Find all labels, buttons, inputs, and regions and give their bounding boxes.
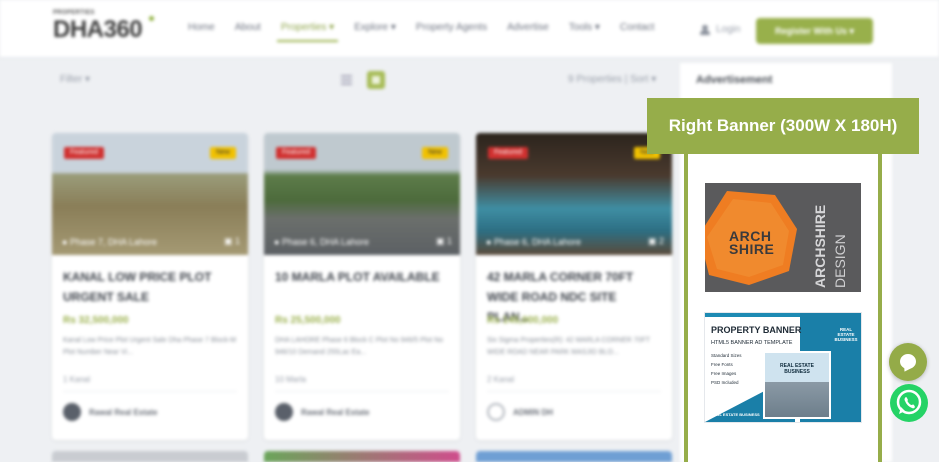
- photo-count-value: 1: [234, 236, 240, 246]
- agent-name: Rawal Real Estate: [89, 407, 158, 417]
- location-text: Phase 6, DHA Lahore: [281, 237, 369, 247]
- sidebar-header: Advertisement: [680, 63, 892, 99]
- nav-property-agents[interactable]: Property Agents: [416, 22, 487, 38]
- ad-feature: Free Fonts: [711, 362, 733, 367]
- list-view-icon[interactable]: [341, 75, 352, 85]
- sort-dropdown[interactable]: 9 Properties | Sort ▾: [568, 74, 656, 85]
- photo-count: ▣ 1: [223, 236, 240, 246]
- property-description: Six Sigma Properties(R): 42 MARLA CORNER…: [487, 337, 650, 356]
- ad-feature: Free Images: [711, 371, 737, 376]
- agent-name: Rawal Real Estate: [301, 407, 370, 417]
- property-price: Rs 32,500,000: [63, 315, 129, 326]
- chat-bubble-icon[interactable]: [889, 343, 927, 381]
- agent-avatar: [275, 403, 293, 421]
- site-logo[interactable]: PROPERTIES DHA360: [53, 10, 158, 44]
- property-banner-ad[interactable]: PROPERTY BANNER HTML5 BANNER AD TEMPLATE…: [705, 313, 861, 422]
- property-location: ● Phase 6, DHA Lahore: [486, 237, 581, 247]
- archshire-line2: SHIRE: [729, 241, 775, 257]
- nav-about[interactable]: About: [235, 22, 261, 38]
- property-price: Rs 145,000,000: [487, 315, 559, 326]
- nav-properties[interactable]: Properties ▾: [276, 22, 339, 42]
- filter-dropdown[interactable]: Filter ▾: [60, 74, 90, 85]
- sidebar-title: Advertisement: [696, 74, 773, 86]
- new-badge: New: [209, 147, 236, 159]
- main-nav: Home About Properties ▾ Explore ▾ Proper…: [188, 22, 674, 42]
- new-badge: New: [421, 147, 448, 159]
- ad-subtitle: HTML5 BANNER AD TEMPLATE: [711, 340, 793, 346]
- ad-slot-label: Right Banner (300W X 180H): [647, 98, 919, 154]
- ad-bottom-label: REAL ESTATE BUSINESS: [711, 412, 760, 417]
- ad-photo-label: REAL ESTATE BUSINESS: [780, 363, 814, 375]
- property-title[interactable]: KANAL LOW PRICE PLOT URGENT SALE: [63, 267, 238, 307]
- property-agent[interactable]: Rawal Real Estate: [63, 403, 157, 421]
- card-divider: [63, 391, 237, 392]
- property-agent[interactable]: Rawal Real Estate: [275, 403, 369, 421]
- property-location: ● Phase 6, DHA Lahore: [274, 237, 369, 247]
- agent-avatar-icon: [487, 403, 505, 421]
- whatsapp-glyph: [896, 389, 922, 415]
- property-title[interactable]: 10 MARLA PLOT AVAILABLE: [275, 267, 450, 287]
- property-card-partial[interactable]: [52, 451, 248, 462]
- page: PROPERTIES DHA360 Home About Properties …: [0, 0, 939, 462]
- property-size: 10 Marla: [275, 375, 307, 384]
- logo-text: DHA360: [53, 16, 143, 43]
- location-text: Phase 7, DHA Lahore: [69, 237, 157, 247]
- featured-badge: Featured: [64, 147, 105, 159]
- ad-title: PROPERTY BANNER: [711, 325, 802, 335]
- whatsapp-icon[interactable]: [890, 384, 928, 422]
- property-card-partial[interactable]: [264, 451, 460, 462]
- nav-advertise[interactable]: Advertise: [507, 22, 549, 38]
- property-description: Kanal Low Price Plot Urgent Sale Dha Pha…: [63, 337, 237, 356]
- login-link[interactable]: Login: [700, 24, 740, 35]
- location-text: Phase 6, DHA Lahore: [493, 237, 581, 247]
- photo-count-value: 1: [446, 236, 452, 246]
- property-size: 2 Kanal: [487, 375, 515, 384]
- logo-dot: [149, 16, 154, 21]
- photo-count-value: 2: [658, 236, 664, 246]
- featured-badge: Featured: [276, 147, 317, 159]
- archshire-wordmark: ARCH SHIRE: [729, 229, 775, 257]
- property-photo[interactable]: Featured New ● Phase 7, DHA Lahore ▣ 1: [52, 133, 248, 255]
- property-card[interactable]: Featured New ● Phase 6, DHA Lahore ▣ 1 1…: [264, 133, 460, 440]
- property-photo[interactable]: Featured New ● Phase 6, DHA Lahore ▣ 2: [476, 133, 672, 255]
- archshire-vertical-text: ARCHSHIRE DESIGN: [808, 186, 854, 290]
- ad-feature: PSD Included: [711, 380, 739, 385]
- property-card-partial[interactable]: [476, 451, 672, 462]
- user-icon: [700, 24, 710, 35]
- property-size: 1 Kanal: [63, 375, 91, 384]
- nav-explore[interactable]: Explore ▾: [354, 22, 396, 38]
- agent-avatar: [63, 403, 81, 421]
- archshire-vertical-name: ARCHSHIRE: [812, 204, 828, 288]
- grid-view-icon[interactable]: [367, 71, 385, 89]
- property-description: DHA LAHORE Phase 6 Block C Plot No 946/5…: [275, 337, 444, 356]
- property-photo[interactable]: Featured New ● Phase 6, DHA Lahore ▣ 1: [264, 133, 460, 255]
- agent-name: ADMIN DH: [513, 407, 553, 417]
- property-price: Rs 25,500,000: [275, 315, 341, 326]
- property-location: ● Phase 7, DHA Lahore: [62, 237, 157, 247]
- register-button[interactable]: Register With Us ▾: [756, 18, 873, 44]
- ad-house-photo: [763, 351, 831, 419]
- nav-home[interactable]: Home: [188, 22, 215, 38]
- site-header: PROPERTIES DHA360 Home About Properties …: [0, 0, 939, 58]
- listing-toolbar: Filter ▾ 9 Properties | Sort ▾: [0, 64, 679, 98]
- ad-side-label: REAL ESTATE BUSINESS: [834, 327, 858, 342]
- property-agent[interactable]: ADMIN DH: [487, 403, 553, 421]
- card-divider: [275, 391, 449, 392]
- nav-contact[interactable]: Contact: [620, 22, 654, 38]
- card-divider: [487, 391, 661, 392]
- photo-count: ▣ 1: [435, 236, 452, 246]
- property-card[interactable]: Featured New ● Phase 7, DHA Lahore ▣ 1 K…: [52, 133, 248, 440]
- archshire-vertical-design: DESIGN: [832, 234, 848, 288]
- photo-count: ▣ 2: [647, 236, 664, 246]
- featured-badge: Featured: [488, 147, 529, 159]
- property-card[interactable]: Featured New ● Phase 6, DHA Lahore ▣ 2 4…: [476, 133, 672, 440]
- login-label: Login: [716, 24, 741, 35]
- ad-feature-list: Standard Sizes Free Fonts Free Images PS…: [711, 351, 742, 387]
- nav-tools[interactable]: Tools ▾: [569, 22, 600, 38]
- ad-feature: Standard Sizes: [711, 353, 742, 358]
